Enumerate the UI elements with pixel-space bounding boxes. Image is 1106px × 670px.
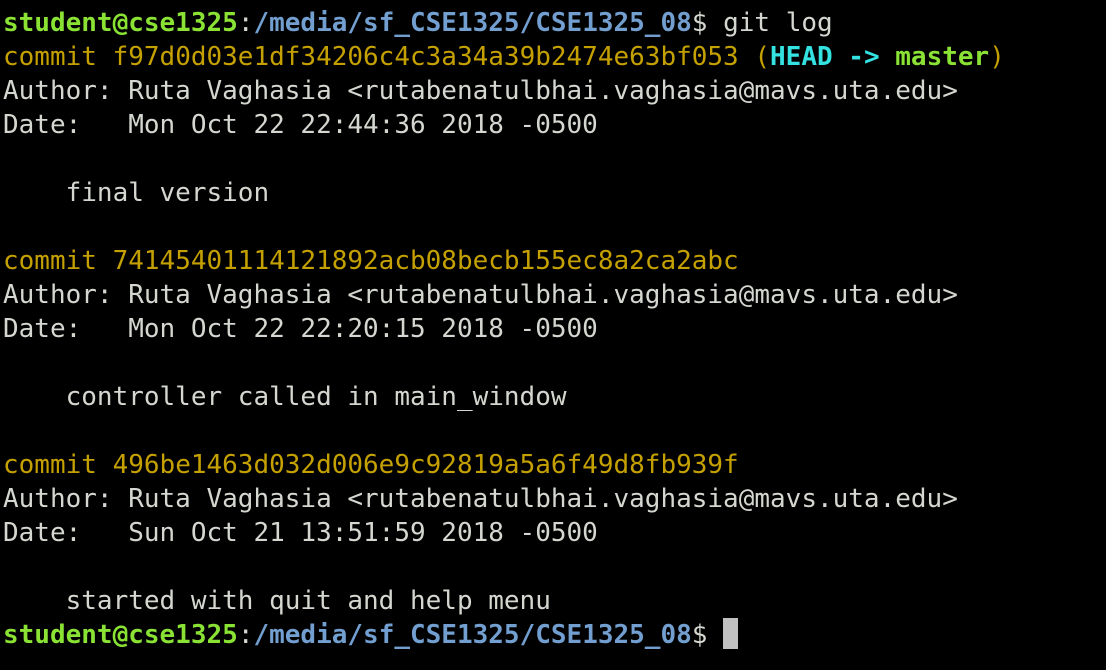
author-line: Author: Ruta Vaghasia <rutabenatulbhai.v… <box>3 76 958 106</box>
prompt-line[interactable]: student@cse1325:/media/sf_CSE1325/CSE132… <box>3 618 1103 652</box>
commit-hash: 496be1463d032d006e9c92819a5a6f49d8fb939f <box>112 450 739 480</box>
date-line: Date: Sun Oct 21 13:51:59 2018 -0500 <box>3 518 598 548</box>
commit-hash: f97d0d03e1df34206c4c3a34a39b2474e63bf053 <box>112 42 739 72</box>
commit-label: commit <box>3 42 113 72</box>
prompt-colon: : <box>237 8 254 38</box>
ref-close: ) <box>989 42 1005 72</box>
ref-arrow: -> <box>832 42 896 72</box>
date-line: Date: Mon Oct 22 22:44:36 2018 -0500 <box>3 110 598 140</box>
commit-label: commit <box>3 246 113 276</box>
prompt-path: /media/sf_CSE1325/CSE1325_08 <box>253 8 692 38</box>
text-cursor[interactable] <box>723 618 739 649</box>
prompt-command: git log <box>723 8 833 38</box>
prompt-colon: : <box>237 620 254 650</box>
commit-line: commit 496be1463d032d006e9c92819a5a6f49d… <box>3 448 1103 482</box>
prompt-symbol: $ <box>691 620 724 650</box>
commit-label: commit <box>3 450 113 480</box>
commit-message: controller called in main_window <box>3 382 567 412</box>
ref-open: ( <box>738 42 771 72</box>
commit-line: commit 74145401114121892acb08becb155ec8a… <box>3 244 1103 278</box>
commit-message: final version <box>3 178 270 208</box>
prompt-symbol: $ <box>691 8 724 38</box>
commit-hash: 74145401114121892acb08becb155ec8a2ca2abc <box>112 246 739 276</box>
terminal-window[interactable]: student@cse1325:/media/sf_CSE1325/CSE132… <box>3 6 1103 666</box>
commit-message: started with quit and help menu <box>3 586 551 616</box>
prompt-path: /media/sf_CSE1325/CSE1325_08 <box>253 620 692 650</box>
commit-line: commit f97d0d03e1df34206c4c3a34a39b2474e… <box>3 40 1103 74</box>
prompt-user-host: student@cse1325 <box>3 620 238 650</box>
prompt-user-host: student@cse1325 <box>3 8 238 38</box>
author-line: Author: Ruta Vaghasia <rutabenatulbhai.v… <box>3 484 958 514</box>
branch-name: master <box>895 42 990 72</box>
date-line: Date: Mon Oct 22 22:20:15 2018 -0500 <box>3 314 598 344</box>
prompt-line: student@cse1325:/media/sf_CSE1325/CSE132… <box>3 6 1103 40</box>
head-ref: HEAD <box>770 42 833 72</box>
author-line: Author: Ruta Vaghasia <rutabenatulbhai.v… <box>3 280 958 310</box>
